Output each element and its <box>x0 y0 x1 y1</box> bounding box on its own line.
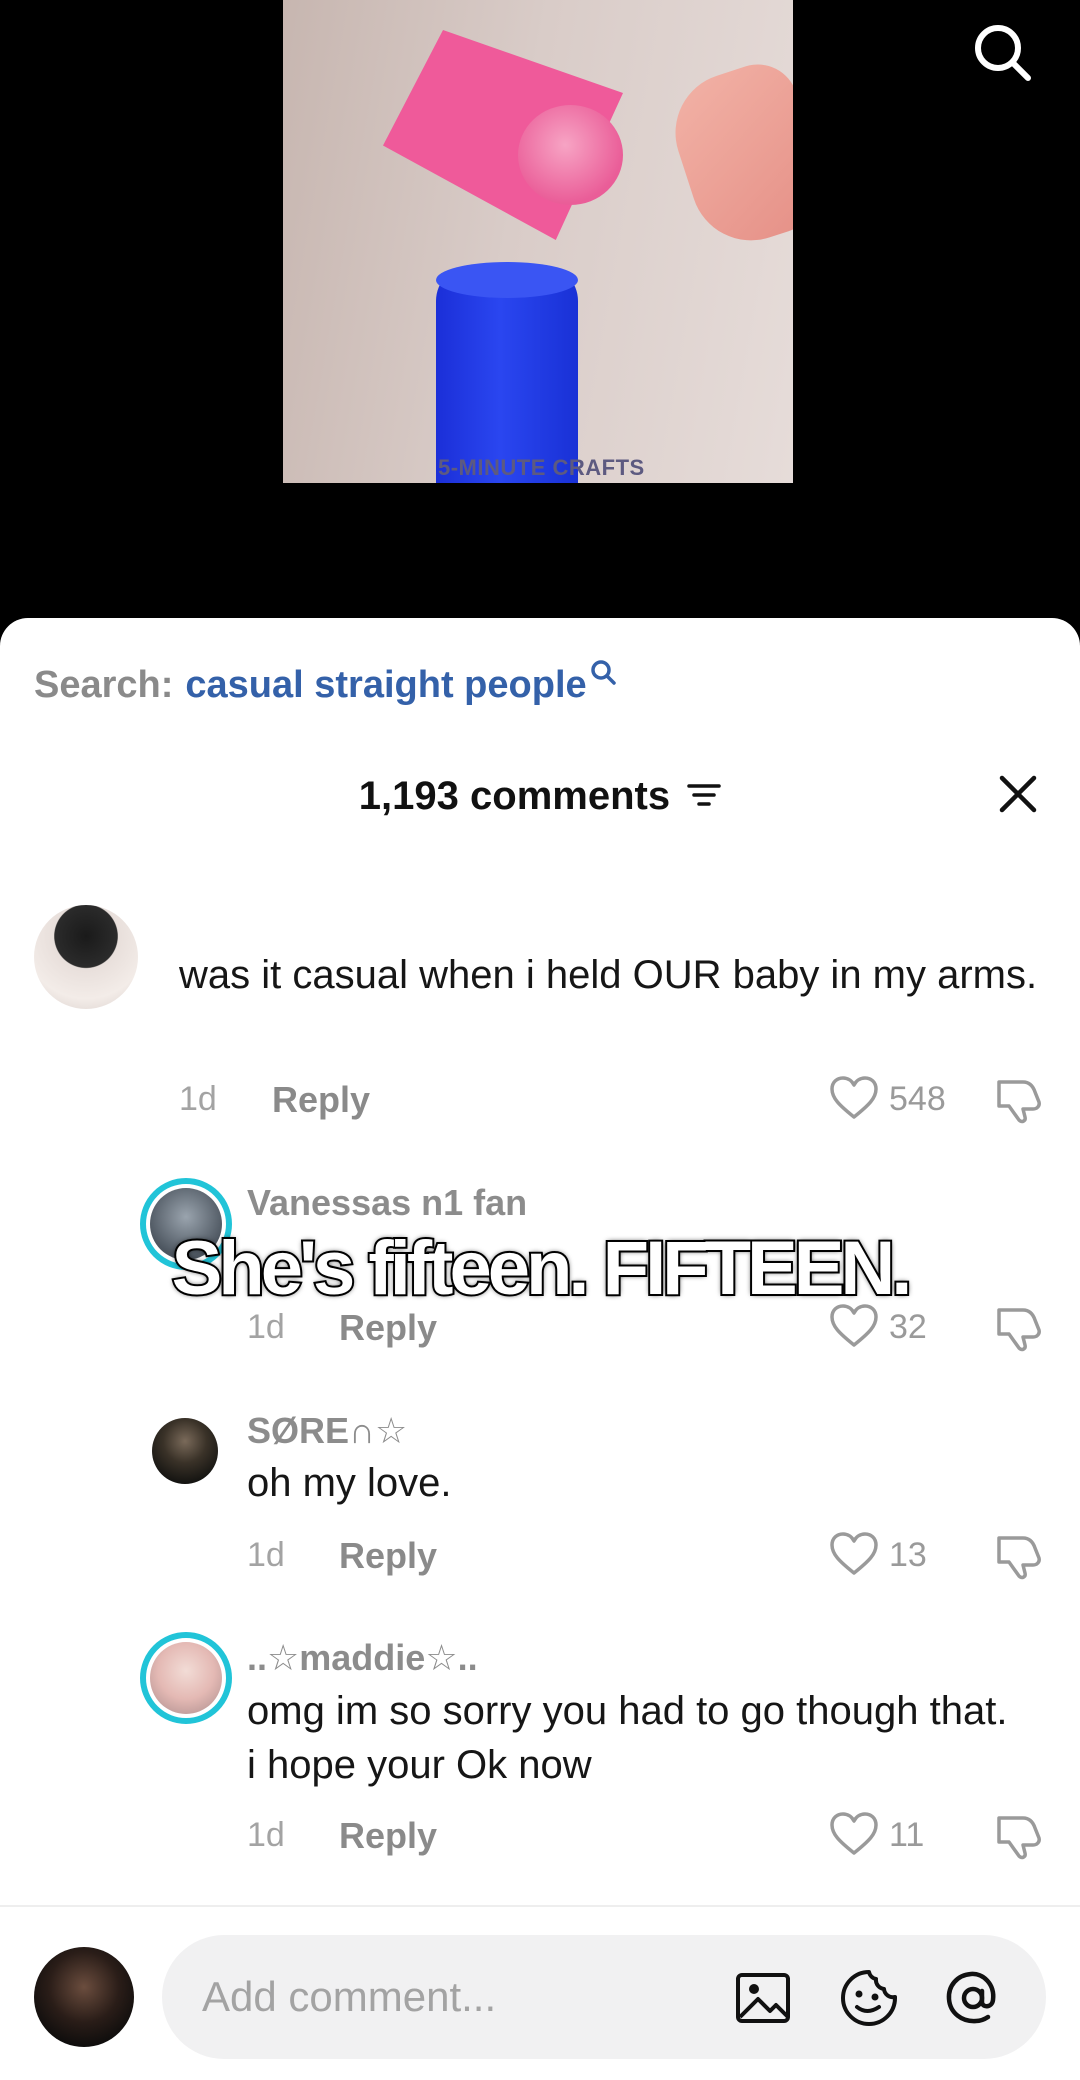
comment-time: 1d <box>247 1536 285 1574</box>
avatar[interactable] <box>34 905 138 1009</box>
comment-input-placeholder: Add comment... <box>202 1973 497 2020</box>
my-avatar <box>34 1947 134 2047</box>
comments-sheet: Search: casual straight people 1,193 com… <box>0 618 1080 2080</box>
avatar[interactable] <box>140 1632 232 1724</box>
search-icon[interactable] <box>970 20 1034 84</box>
mention-icon[interactable] <box>942 1967 1004 2029</box>
reply-button[interactable]: Reply <box>272 1079 370 1121</box>
heart-icon[interactable] <box>829 1531 879 1577</box>
comment-input-bar: Add comment... <box>0 1905 1080 2080</box>
dislike-icon[interactable] <box>993 1810 1043 1860</box>
reply-button[interactable]: Reply <box>339 1535 437 1577</box>
like-count: 13 <box>889 1536 927 1574</box>
heart-icon[interactable] <box>829 1075 879 1121</box>
comment-username[interactable]: ..☆maddie☆.. <box>247 1637 478 1679</box>
comment-time: 1d <box>247 1308 285 1346</box>
heart-icon[interactable] <box>829 1811 879 1857</box>
like-count: 11 <box>889 1816 925 1854</box>
comment-username[interactable]: SØRE∩☆ <box>247 1410 407 1452</box>
comment-count-label: 1,193 comments <box>358 774 671 818</box>
comment-text: oh my love. <box>247 1461 452 1505</box>
pink-bump-graphic <box>518 105 623 205</box>
search-suggestion-term[interactable]: casual straight people <box>185 664 586 707</box>
comment-time: 1d <box>179 1080 217 1118</box>
comment-username[interactable]: Vanessas n1 fan <box>247 1182 527 1224</box>
emoji-icon[interactable] <box>838 1967 900 2029</box>
video-watermark: 5-MINUTE CRAFTS <box>438 455 645 480</box>
image-icon[interactable] <box>732 1967 794 2029</box>
like-count: 32 <box>889 1308 927 1346</box>
comment-text: was it casual when i held OUR baby in my… <box>179 953 1038 997</box>
filter-icon[interactable] <box>687 780 721 810</box>
blue-tube-rim-graphic <box>436 262 578 298</box>
dislike-icon[interactable] <box>993 1530 1043 1580</box>
comment-time: 1d <box>247 1816 285 1854</box>
avatar[interactable] <box>152 1418 218 1484</box>
comment-input[interactable]: Add comment... <box>162 1935 1046 2059</box>
video-caption-overlay: She's fifteen. FIFTEEN. <box>170 1224 915 1313</box>
search-suggestion[interactable]: Search: casual straight people <box>34 660 617 707</box>
comment-count-title[interactable]: 1,193 comments <box>0 774 1080 819</box>
dislike-icon[interactable] <box>993 1074 1043 1124</box>
reply-button[interactable]: Reply <box>339 1307 437 1349</box>
video-player[interactable]: 5-MINUTE CRAFTS <box>0 0 1080 640</box>
search-suggestion-prefix: Search: <box>34 664 174 706</box>
search-suggestion-icon <box>590 660 616 685</box>
comments-header: 1,193 comments <box>0 768 1080 828</box>
like-count: 548 <box>889 1080 946 1118</box>
reply-button[interactable]: Reply <box>339 1815 437 1857</box>
comment-text: omg im so sorry you had to go though tha… <box>247 1689 1008 1787</box>
video-frame[interactable]: 5-MINUTE CRAFTS <box>283 0 793 483</box>
finger-graphic <box>659 54 793 256</box>
close-icon[interactable] <box>992 768 1044 820</box>
